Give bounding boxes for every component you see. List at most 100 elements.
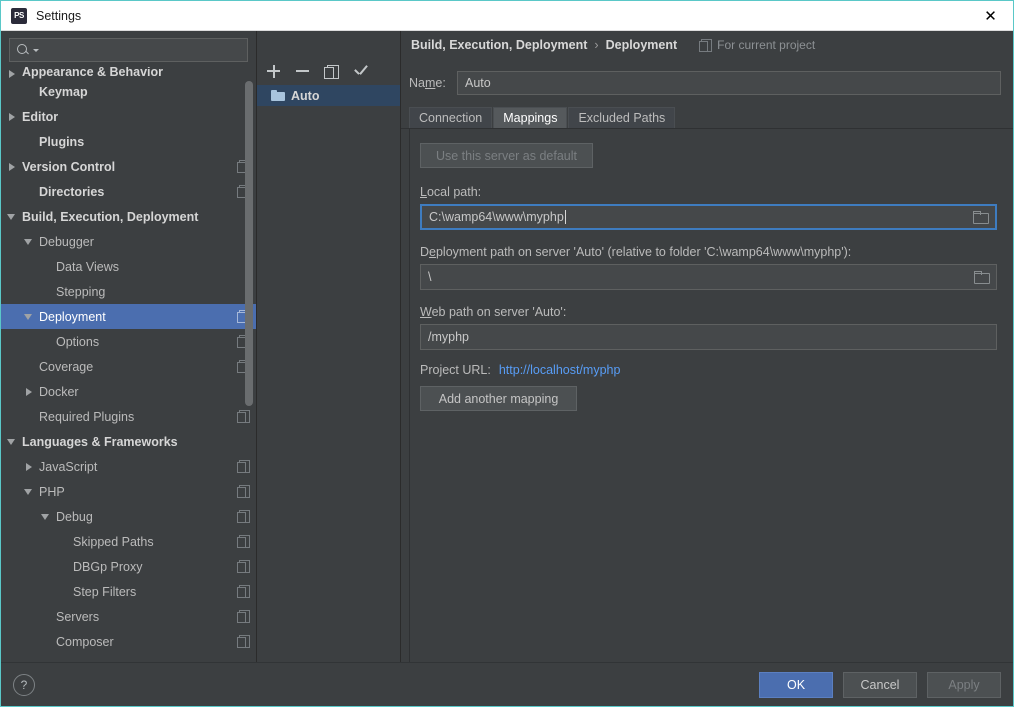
minus-icon[interactable] bbox=[295, 64, 310, 79]
plus-icon[interactable] bbox=[266, 64, 281, 79]
sidebar-item-editor[interactable]: Editor bbox=[1, 104, 256, 129]
tree-indent-spacer bbox=[41, 286, 52, 297]
sidebar-item-build-execution-deployment[interactable]: Build, Execution, Deployment bbox=[1, 204, 256, 229]
tab-connection[interactable]: Connection bbox=[409, 107, 493, 128]
sidebar-item-step-filters[interactable]: Step Filters bbox=[1, 579, 256, 604]
sidebar-item-options[interactable]: Options bbox=[1, 329, 256, 354]
sidebar-item-php[interactable]: PHP bbox=[1, 479, 256, 504]
sidebar-item-javascript[interactable]: JavaScript bbox=[1, 454, 256, 479]
chevron-down-icon[interactable] bbox=[24, 236, 35, 247]
server-list-item-label: Auto bbox=[291, 88, 320, 103]
sidebar-item-data-views[interactable]: Data Views bbox=[1, 254, 256, 279]
sidebar-item-label: Servers bbox=[56, 609, 100, 624]
sidebar-item-label: Required Plugins bbox=[39, 409, 135, 424]
sidebar-item-label: Step Filters bbox=[73, 584, 137, 599]
sidebar-item-skipped-paths[interactable]: Skipped Paths bbox=[1, 529, 256, 554]
tree-indent-spacer bbox=[41, 261, 52, 272]
chevron-down-icon[interactable] bbox=[41, 511, 52, 522]
chevron-right-icon[interactable] bbox=[7, 111, 18, 122]
close-icon[interactable]: ✕ bbox=[968, 1, 1013, 30]
sidebar-item-appearance-behavior[interactable]: Appearance & Behavior bbox=[1, 67, 256, 79]
server-name-field[interactable]: Auto bbox=[457, 71, 1001, 95]
sidebar-item-stepping[interactable]: Stepping bbox=[1, 279, 256, 304]
sidebar-scrollbar-thumb[interactable] bbox=[245, 81, 253, 406]
ok-button[interactable]: OK bbox=[759, 671, 833, 698]
sidebar-item-debug[interactable]: Debug bbox=[1, 504, 256, 529]
sidebar-item-dbgp-proxy[interactable]: DBGp Proxy bbox=[1, 554, 256, 579]
sidebar-item-keymap[interactable]: Keymap bbox=[1, 79, 256, 104]
server-list-item[interactable]: Auto bbox=[257, 85, 400, 106]
title-bar: PS Settings ✕ bbox=[1, 1, 1013, 31]
project-scope-icon bbox=[237, 485, 250, 498]
sidebar-item-label: JavaScript bbox=[39, 459, 98, 474]
settings-tabs: Connection Mappings Excluded Paths bbox=[401, 106, 1013, 129]
mid-head-spacer bbox=[257, 31, 400, 59]
chevron-down-icon[interactable] bbox=[24, 486, 35, 497]
sidebar-item-label: Directories bbox=[39, 184, 105, 199]
chevron-down-icon[interactable] bbox=[7, 211, 18, 222]
server-toolbar bbox=[257, 59, 400, 83]
cancel-button[interactable]: Cancel bbox=[843, 671, 917, 698]
web-path-field[interactable]: /myphp bbox=[420, 324, 997, 350]
folder-icon bbox=[271, 90, 285, 101]
project-scope-icon bbox=[237, 460, 250, 473]
chevron-down-icon[interactable] bbox=[7, 436, 18, 447]
search-input[interactable] bbox=[39, 42, 247, 58]
deployment-path-value: \ bbox=[428, 270, 432, 284]
help-icon[interactable]: ? bbox=[13, 673, 35, 696]
sidebar-item-servers[interactable]: Servers bbox=[1, 604, 256, 629]
sidebar-item-label: Debug bbox=[56, 509, 93, 524]
sidebar-item-label: Version Control bbox=[22, 159, 116, 174]
web-path-label: Web path on server 'Auto': bbox=[420, 305, 567, 319]
sidebar-item-languages-frameworks[interactable]: Languages & Frameworks bbox=[1, 429, 256, 454]
sidebar-item-docker[interactable]: Docker bbox=[1, 379, 256, 404]
chevron-right-icon[interactable] bbox=[7, 161, 18, 172]
sidebar-item-label: Debugger bbox=[39, 234, 94, 249]
chevron-right-icon[interactable] bbox=[24, 461, 35, 472]
sidebar-item-label: Languages & Frameworks bbox=[22, 434, 178, 449]
sidebar-item-label: PHP bbox=[39, 484, 65, 499]
sidebar-item-label: Composer bbox=[56, 634, 114, 649]
folder-browse-icon[interactable] bbox=[973, 211, 989, 224]
chevron-right-icon[interactable] bbox=[7, 68, 18, 79]
sidebar-item-coverage[interactable]: Coverage bbox=[1, 354, 256, 379]
folder-browse-icon-deployment[interactable] bbox=[974, 271, 990, 284]
breadcrumb: Build, Execution, Deployment › Deploymen… bbox=[401, 31, 1013, 59]
settings-sidebar: Appearance & Behavior Keymap Editor Plugins… bbox=[1, 31, 257, 662]
use-server-as-default-button[interactable]: Use this server as default bbox=[420, 143, 593, 168]
project-url-link[interactable]: http://localhost/myphp bbox=[499, 363, 621, 377]
search-box[interactable] bbox=[9, 38, 248, 62]
chevron-down-icon[interactable] bbox=[24, 311, 35, 322]
sidebar-item-label: DBGp Proxy bbox=[73, 559, 143, 574]
sidebar-item-label: Coverage bbox=[39, 359, 94, 374]
sidebar-item-version-control[interactable]: Version Control bbox=[1, 154, 256, 179]
sidebar-item-label: Stepping bbox=[56, 284, 106, 299]
copy-icon[interactable] bbox=[324, 64, 339, 79]
breadcrumb-parent[interactable]: Build, Execution, Deployment bbox=[411, 38, 587, 52]
sidebar-item-directories[interactable]: Directories bbox=[1, 179, 256, 204]
add-another-mapping-button[interactable]: Add another mapping bbox=[420, 386, 577, 411]
sidebar-item-deployment[interactable]: Deployment bbox=[1, 304, 256, 329]
tree-indent-spacer bbox=[24, 411, 35, 422]
sidebar-item-label: Plugins bbox=[39, 134, 85, 149]
mappings-panel: Use this server as default Local path: C… bbox=[409, 129, 1005, 662]
check-icon[interactable] bbox=[353, 64, 368, 79]
sidebar-item-composer[interactable]: Composer bbox=[1, 629, 256, 654]
tab-mappings[interactable]: Mappings bbox=[493, 107, 568, 128]
deployment-path-field[interactable]: \ bbox=[420, 264, 997, 290]
project-url-label: Project URL: bbox=[420, 363, 491, 377]
window-title: Settings bbox=[36, 8, 82, 23]
sidebar-item-plugins[interactable]: Plugins bbox=[1, 129, 256, 154]
sidebar-item-required-plugins[interactable]: Required Plugins bbox=[1, 404, 256, 429]
server-list-panel: Auto bbox=[257, 31, 401, 662]
sidebar-item-label: Options bbox=[56, 334, 100, 349]
local-path-field[interactable]: C:\wamp64\www\myphp bbox=[420, 204, 997, 230]
tab-excluded-paths[interactable]: Excluded Paths bbox=[568, 107, 676, 128]
sidebar-item-label: Data Views bbox=[56, 259, 119, 274]
sidebar-item-debugger[interactable]: Debugger bbox=[1, 229, 256, 254]
chevron-right-icon[interactable] bbox=[24, 386, 35, 397]
local-path-value: C:\wamp64\www\myphp bbox=[429, 210, 564, 224]
tree-indent-spacer bbox=[24, 136, 35, 147]
project-scope-icon bbox=[237, 535, 250, 548]
